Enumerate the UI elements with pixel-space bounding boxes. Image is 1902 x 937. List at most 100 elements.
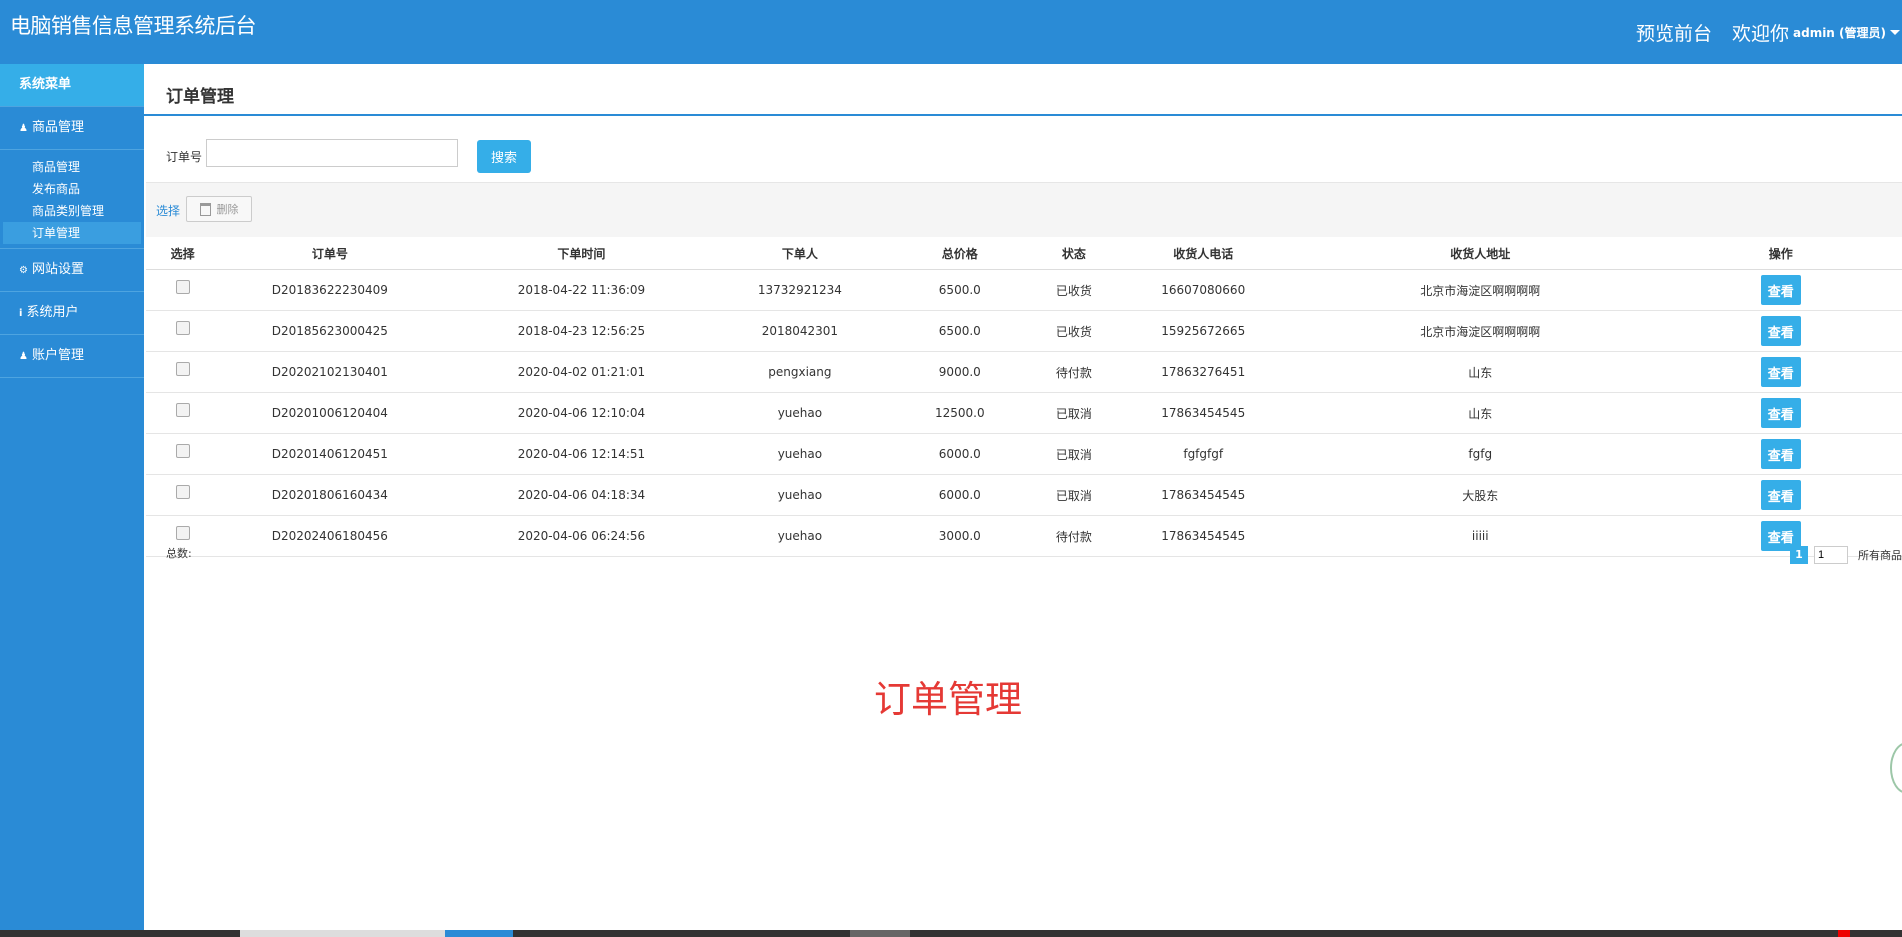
order-time-cell: 2020-04-02 01:21:01 xyxy=(440,351,723,393)
order-no-cell: D20202102130401 xyxy=(219,351,441,393)
search-bar: 订单号 搜索 xyxy=(144,128,1902,178)
app-title: 电脑销售信息管理系统后台 xyxy=(10,14,257,38)
status-cell: 已收货 xyxy=(1042,310,1106,352)
current-page[interactable]: 1 xyxy=(1790,546,1808,564)
trash-icon xyxy=(199,202,211,216)
table-row: D20185623000425 2018-04-23 12:56:25 201804… xyxy=(146,310,1902,352)
bottom-taskbar xyxy=(0,930,1902,937)
phone-cell: 15925672665 xyxy=(1105,310,1301,352)
total-price-cell: 6500.0 xyxy=(877,310,1043,352)
sidebar-item-order-manage[interactable]: 订单管理 xyxy=(3,222,141,244)
col-header-customer: 下单人 xyxy=(722,237,878,270)
gear-icon: ⚙ xyxy=(19,265,28,276)
row-checkbox[interactable] xyxy=(175,402,190,417)
customer-cell: yuehao xyxy=(722,433,878,475)
customer-cell: yuehao xyxy=(722,474,878,516)
sidebar-item-goods-manage[interactable]: 商品管理 xyxy=(0,156,144,178)
sidebar-group-goods[interactable]: ♟ 商品管理 xyxy=(0,106,144,149)
page-header: 订单管理 xyxy=(144,64,1902,116)
sidebar-item-publish-goods[interactable]: 发布商品 xyxy=(0,178,144,200)
phone-cell: fgfgfgf xyxy=(1105,433,1301,475)
row-checkbox[interactable] xyxy=(175,361,190,376)
sidebar: 系统菜单 ♟ 商品管理 商品管理 发布商品 商品类别管理 订单管理 ⚙ 网站设置 i… xyxy=(0,64,144,930)
view-order-button[interactable]: 查看 xyxy=(1760,357,1801,387)
main-content: 订单管理 订单号 搜索 选择 删除 选择 订单号 下单时间 下单人 总价格 状态… xyxy=(144,64,1902,930)
user-menu[interactable]: admin (管理员) xyxy=(1793,24,1886,41)
watermark-text: 订单管理 xyxy=(874,678,1022,721)
status-cell: 已收货 xyxy=(1042,269,1106,311)
select-link[interactable]: 选择 xyxy=(156,202,180,219)
sidebar-group-label: 商品管理 xyxy=(31,120,84,135)
row-checkbox[interactable] xyxy=(175,320,190,335)
status-cell: 已取消 xyxy=(1042,433,1106,475)
address-cell: 北京市海淀区啊啊啊啊 xyxy=(1301,269,1660,311)
col-header-action: 操作 xyxy=(1659,237,1902,270)
order-no-cell: D20183622230409 xyxy=(219,269,441,311)
table-toolbar: 选择 删除 xyxy=(146,182,1902,238)
row-checkbox[interactable] xyxy=(175,443,190,458)
header-right: 预览前台 欢迎你 admin (管理员) xyxy=(1636,19,1902,46)
col-header-address: 收货人地址 xyxy=(1301,237,1660,270)
action-cell: 查看 xyxy=(1659,392,1902,434)
pager-info: 所有商品 xyxy=(1858,549,1902,562)
total-price-cell: 6000.0 xyxy=(877,433,1043,475)
total-price-cell: 9000.0 xyxy=(877,351,1043,393)
sidebar-group-label: 系统用户 xyxy=(26,305,79,320)
sidebar-group-label: 账户管理 xyxy=(31,348,84,363)
sidebar-group-label: 网站设置 xyxy=(31,262,84,277)
chevron-down-icon[interactable] xyxy=(1890,30,1900,35)
search-button[interactable]: 搜索 xyxy=(477,140,531,173)
view-order-button[interactable]: 查看 xyxy=(1760,398,1801,428)
customer-cell: pengxiang xyxy=(722,351,878,393)
col-header-select: 选择 xyxy=(146,237,220,270)
order-time-cell: 2020-04-06 12:10:04 xyxy=(440,392,723,434)
sidebar-item-category-manage[interactable]: 商品类别管理 xyxy=(0,200,144,222)
orders-table-body: D20183622230409 2018-04-22 11:36:09 137329… xyxy=(146,269,1902,557)
table-row: D20202102130401 2020-04-02 01:21:01 pengxi… xyxy=(146,351,1902,393)
view-order-button[interactable]: 查看 xyxy=(1760,439,1801,469)
order-no-cell: D20185623000425 xyxy=(219,310,441,352)
table-row: D20201806160434 2020-04-06 04:18:34 yuehao… xyxy=(146,474,1902,516)
action-cell: 查看 xyxy=(1659,269,1902,311)
row-checkbox[interactable] xyxy=(175,525,190,540)
phone-cell: 16607080660 xyxy=(1105,269,1301,311)
page-jump-input[interactable] xyxy=(1814,546,1848,564)
action-cell: 查看 xyxy=(1659,310,1902,352)
order-time-cell: 2018-04-23 12:56:25 xyxy=(440,310,723,352)
taskbar-segment xyxy=(240,930,445,937)
row-checkbox[interactable] xyxy=(175,484,190,499)
col-header-order-no: 订单号 xyxy=(219,237,441,270)
view-order-button[interactable]: 查看 xyxy=(1760,275,1801,305)
delete-button[interactable]: 删除 xyxy=(186,196,252,222)
user-icon: ♟ xyxy=(19,123,28,134)
address-cell: 山东 xyxy=(1301,392,1660,434)
row-checkbox[interactable] xyxy=(175,279,190,294)
row-select-cell xyxy=(146,269,220,311)
phone-cell: 17863454545 xyxy=(1105,392,1301,434)
sidebar-group-site-settings[interactable]: ⚙ 网站设置 xyxy=(0,248,144,291)
preview-frontend-link[interactable]: 预览前台 xyxy=(1636,19,1712,46)
sidebar-group-account[interactable]: ♟ 账户管理 xyxy=(0,334,144,378)
col-header-total: 总价格 xyxy=(877,237,1043,270)
table-row: D20201406120451 2020-04-06 12:14:51 yuehao… xyxy=(146,433,1902,475)
order-no-cell: D20202406180456 xyxy=(219,515,441,557)
user-icon: ♟ xyxy=(19,351,28,362)
order-number-label: 订单号 xyxy=(166,150,203,164)
phone-cell: 17863454545 xyxy=(1105,474,1301,516)
total-price-cell: 6500.0 xyxy=(877,269,1043,311)
status-cell: 已取消 xyxy=(1042,474,1106,516)
sidebar-group-system-users[interactable]: i 系统用户 xyxy=(0,291,144,334)
order-number-input[interactable] xyxy=(206,139,458,167)
customer-cell: 2018042301 xyxy=(722,310,878,352)
address-cell: fgfg xyxy=(1301,433,1660,475)
total-price-cell: 12500.0 xyxy=(877,392,1043,434)
taskbar-segment xyxy=(850,930,910,937)
row-select-cell xyxy=(146,474,220,516)
customer-cell: yuehao xyxy=(722,515,878,557)
total-price-cell: 3000.0 xyxy=(877,515,1043,557)
welcome-text: 欢迎你 xyxy=(1731,23,1789,45)
view-order-button[interactable]: 查看 xyxy=(1760,316,1801,346)
order-no-cell: D20201406120451 xyxy=(219,433,441,475)
table-row: D20201006120404 2020-04-06 12:10:04 yuehao… xyxy=(146,392,1902,434)
view-order-button[interactable]: 查看 xyxy=(1760,480,1801,510)
